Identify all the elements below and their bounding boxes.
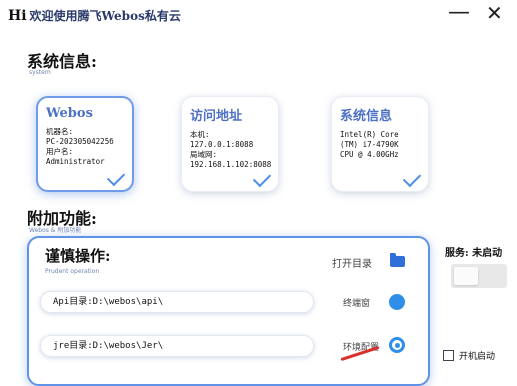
autostart-checkbox[interactable] (443, 350, 454, 361)
settings-ring-icon[interactable] (389, 337, 405, 353)
api-terminal-link[interactable]: 终端窗 (343, 296, 370, 309)
operations-subtitle: Prudent operation (45, 268, 100, 275)
check-icon (252, 168, 272, 188)
card-line: 192.168.1.102:8088 (190, 160, 272, 169)
title-text: 欢迎使用腾飞Webos私有云 (29, 9, 181, 23)
check-icon (402, 168, 422, 188)
minimize-icon[interactable]: — (448, 2, 470, 24)
card-line: 本机: (190, 130, 210, 139)
toggle-knob (454, 267, 478, 285)
card-line: PC-20230504225б (46, 137, 114, 146)
card-line: Intel(R) Core (340, 130, 399, 139)
card-line: 用户名: (46, 147, 74, 156)
terminal-icon[interactable] (389, 294, 405, 310)
system-section-subtitle: system (29, 69, 51, 76)
api-path-field[interactable]: Api目录:D:\webos\api\ (40, 291, 314, 313)
card-access-title: 访问地址 (190, 109, 243, 124)
autostart-label: 开机启动 (459, 352, 496, 362)
open-directory-link[interactable]: 打开目录 (332, 255, 372, 270)
card-line: Administrator (46, 157, 105, 166)
card-system-info[interactable]: 系统信息 Intel(R) Core (TM) i7-4790K CPU @ 4… (331, 96, 429, 192)
card-line: CPU @ 4.00GHz (340, 150, 399, 159)
card-sysinfo-title: 系统信息 (340, 109, 393, 124)
service-status: 服务: 未启动 (445, 248, 503, 259)
check-icon (106, 167, 126, 187)
close-icon[interactable]: ✕ (486, 3, 503, 23)
card-access-address[interactable]: 访问地址 本机: 127.0.0.1:8088 局域网: 192.168.1.1… (181, 96, 279, 192)
card-webos[interactable]: Webos 机器名: PC-20230504225б 用户名: Administ… (36, 96, 134, 192)
card-line: 127.0.0.1:8088 (190, 140, 254, 149)
title-greeting: Hi (8, 8, 27, 24)
operations-title: 谨慎操作: (45, 247, 111, 265)
service-toggle[interactable] (451, 264, 507, 288)
card-line: 局域网: (190, 150, 218, 159)
card-webos-title: Webos (46, 106, 93, 121)
addon-section-subtitle: Webos & 附加功能 (29, 227, 82, 234)
folder-icon[interactable] (390, 253, 405, 267)
jre-path-field[interactable]: jre目录:D:\webos\Jer\ (40, 335, 314, 357)
window-title: Hi 欢迎使用腾飞Webos私有云 (8, 7, 181, 24)
card-line: 机器名: (46, 127, 74, 136)
card-line: (TM) i7-4790K (340, 140, 399, 149)
